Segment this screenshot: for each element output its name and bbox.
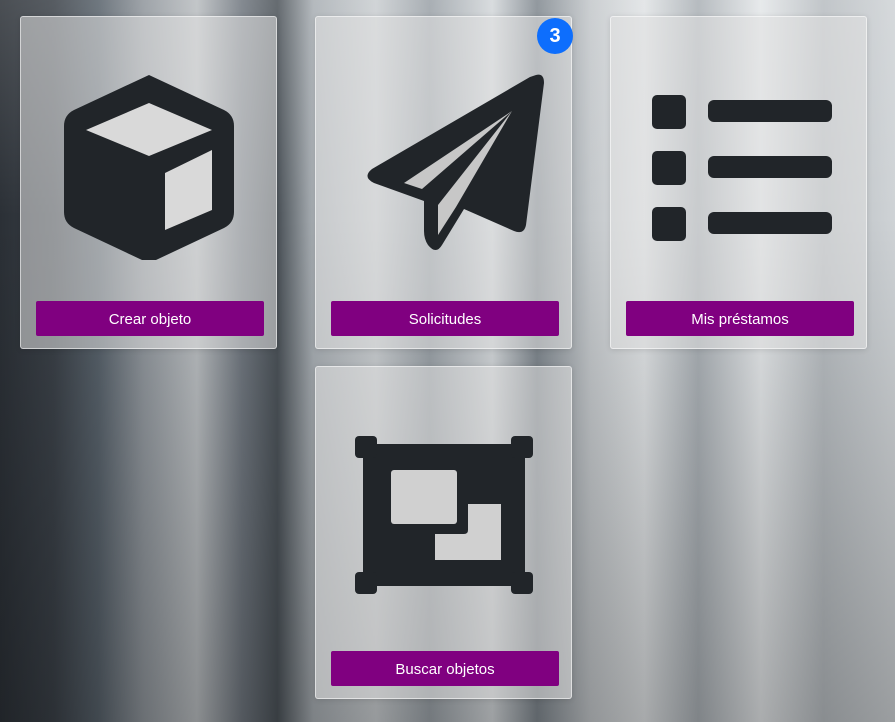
card-search-objects: Buscar objetos bbox=[315, 366, 572, 699]
paper-plane-icon bbox=[316, 65, 571, 265]
card-requests: Solicitudes 3 bbox=[315, 16, 573, 349]
requests-button[interactable]: Solicitudes bbox=[331, 301, 559, 336]
card-my-loans: Mis préstamos bbox=[610, 16, 867, 349]
list-icon bbox=[611, 65, 866, 265]
box-icon bbox=[21, 65, 276, 265]
my-loans-button[interactable]: Mis préstamos bbox=[626, 301, 854, 336]
search-objects-button[interactable]: Buscar objetos bbox=[331, 651, 559, 686]
notification-badge: 3 bbox=[537, 18, 573, 54]
create-object-button[interactable]: Crear objeto bbox=[36, 301, 264, 336]
search-objects-icon bbox=[316, 415, 571, 615]
card-create-object: Crear objeto bbox=[20, 16, 277, 349]
